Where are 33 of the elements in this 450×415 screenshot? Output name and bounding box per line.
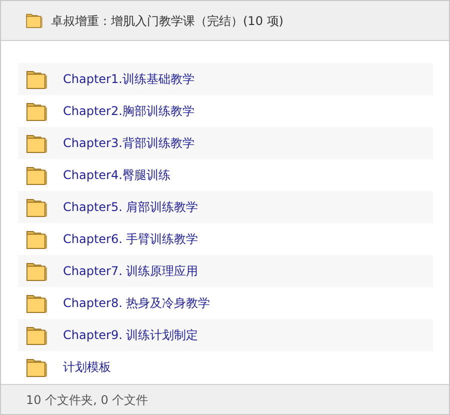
folder-row[interactable]: Chapter4.臀腿训练 (18, 159, 433, 191)
folder-row[interactable]: Chapter1.训练基础教学 (18, 63, 433, 95)
status-text: 10 个文件夹, 0 个文件 (26, 392, 148, 408)
folder-icon (26, 70, 48, 88)
folder-name: 计划模板 (63, 359, 111, 376)
folder-row[interactable]: Chapter2.胸部训练教学 (18, 95, 433, 127)
folder-icon (26, 166, 48, 184)
folder-name: Chapter1.训练基础教学 (63, 71, 194, 88)
folder-icon (26, 326, 48, 344)
folder-name: Chapter9. 训练计划制定 (63, 327, 198, 344)
folder-name: Chapter5. 肩部训练教学 (63, 199, 198, 216)
folder-name: Chapter4.臀腿训练 (63, 167, 170, 184)
folder-row[interactable]: Chapter8. 热身及冷身教学 (18, 287, 433, 319)
folder-title: 卓叔增重：增肌入门教学课（完结）(10 项) (51, 12, 284, 30)
folder-row[interactable]: Chapter6. 手臂训练教学 (18, 223, 433, 255)
folder-icon (26, 294, 48, 312)
folder-name: Chapter2.胸部训练教学 (63, 103, 194, 120)
folder-name: Chapter8. 热身及冷身教学 (63, 295, 210, 312)
folder-name: Chapter3.背部训练教学 (63, 135, 194, 152)
folder-icon (26, 230, 48, 248)
folder-row[interactable]: 计划模板 (18, 351, 433, 383)
folder-icon (26, 262, 48, 280)
folder-icon (26, 134, 48, 152)
folder-icon (26, 198, 48, 216)
folder-row[interactable]: Chapter7. 训练原理应用 (18, 255, 433, 287)
folder-row[interactable]: Chapter9. 训练计划制定 (18, 319, 433, 351)
folder-icon (26, 102, 48, 120)
folder-icon (26, 13, 43, 28)
folder-name: Chapter7. 训练原理应用 (63, 263, 198, 280)
folder-row[interactable]: Chapter3.背部训练教学 (18, 127, 433, 159)
folder-row[interactable]: Chapter5. 肩部训练教学 (18, 191, 433, 223)
folder-name: Chapter6. 手臂训练教学 (63, 231, 198, 248)
folder-icon (26, 358, 48, 376)
